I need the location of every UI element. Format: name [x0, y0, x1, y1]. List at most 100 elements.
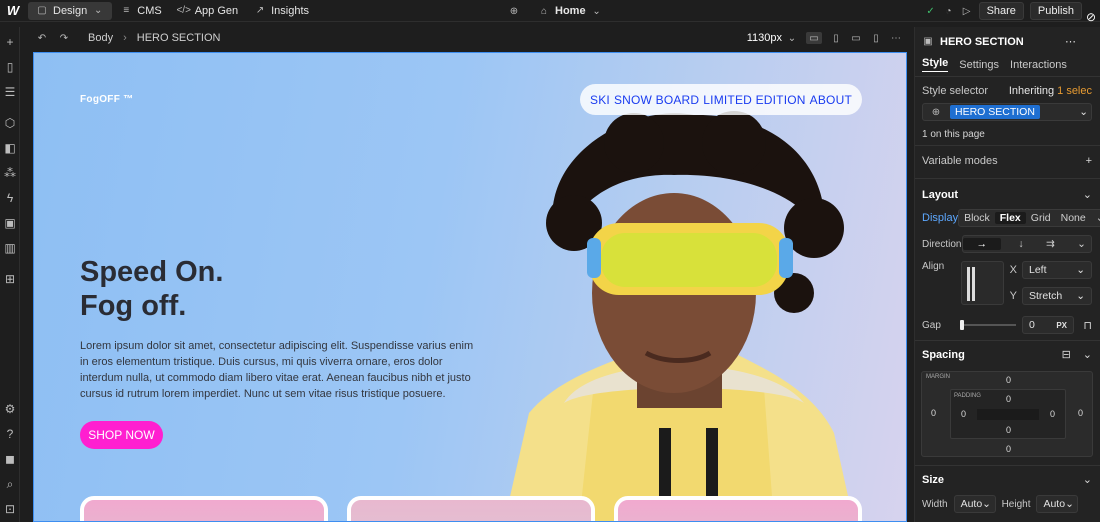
spacing-preset-icon[interactable]: ⊟ — [1062, 348, 1071, 361]
styles-icon[interactable]: ⁂ — [3, 166, 17, 180]
chevron-down-icon[interactable]: ⌄ — [1083, 188, 1092, 201]
inheriting-count[interactable]: 1 selec — [1057, 85, 1092, 97]
direction-column-icon[interactable]: ↓ — [1013, 238, 1028, 250]
nav-item-snow-board[interactable]: SNOW BOARD — [614, 93, 699, 107]
spacing-box-model: MARGIN 0 0 0 0 PADDING 0 0 0 0 — [921, 371, 1093, 457]
preview-play-icon[interactable]: ▷ — [961, 5, 973, 17]
chevron-down-icon[interactable]: ⌄ — [1091, 212, 1100, 224]
design-mode-button[interactable]: ▢ Design ⌄ — [28, 1, 113, 20]
publish-button[interactable]: Publish — [1029, 2, 1082, 20]
app-gen-button[interactable]: </> App Gen — [170, 0, 246, 22]
align-y-select[interactable]: Stretch ⌄ — [1022, 287, 1092, 305]
nav-item-about[interactable]: ABOUT — [810, 93, 852, 107]
display-flex-option[interactable]: Flex — [994, 212, 1026, 224]
components-icon[interactable]: ⬡ — [3, 116, 17, 130]
pages-icon[interactable]: ▯ — [3, 60, 17, 74]
padding-right-value[interactable]: 0 — [1050, 409, 1055, 419]
gap-label: Gap — [922, 319, 941, 331]
desktop-breakpoint-icon[interactable]: ▭ — [806, 32, 822, 44]
more-icon[interactable]: ⋯ — [890, 32, 902, 44]
canvas-width-label[interactable]: 1130px — [747, 32, 782, 44]
chevron-down-icon[interactable]: ⌄ — [1072, 238, 1091, 250]
library-icon[interactable]: ▥ — [3, 241, 17, 255]
product-card[interactable] — [347, 496, 595, 521]
direction-wrap-icon[interactable]: ⇉ — [1041, 238, 1060, 250]
search-icon[interactable]: ⌕ — [3, 477, 17, 491]
globe-icon[interactable]: ⊕ — [508, 5, 520, 17]
hero-section[interactable]: FogOFF ™ SKI SNOW BOARD LIMITED EDITION … — [33, 52, 907, 522]
add-class-icon[interactable]: ⊕ — [926, 106, 946, 118]
gap-input[interactable]: 0 PX — [1022, 316, 1074, 334]
hero-headline: Speed On. Fog off. — [80, 255, 223, 323]
navigator-icon[interactable]: ☰ — [3, 85, 17, 99]
display-none-option[interactable]: None — [1056, 212, 1091, 224]
assets-icon[interactable]: ▣ — [3, 216, 17, 230]
lock-icon[interactable]: ⊓ — [1083, 319, 1092, 332]
settings-icon[interactable]: ⚙ — [3, 402, 17, 416]
nav-item-limited-edition[interactable]: LIMITED EDITION — [703, 93, 805, 107]
product-card[interactable] — [614, 496, 862, 521]
chevron-down-icon[interactable]: ⌄ — [786, 32, 798, 44]
tab-style[interactable]: Style — [922, 57, 949, 72]
help-icon[interactable]: ? — [3, 427, 17, 441]
breadcrumb-body[interactable]: Body — [88, 32, 113, 44]
spacing-section-title[interactable]: Spacing — [922, 349, 965, 361]
width-input[interactable]: Auto ⌄ — [953, 495, 996, 513]
apps-icon[interactable]: ⊞ — [3, 272, 17, 286]
check-icon[interactable]: ✓ — [925, 5, 937, 17]
padding-bottom-value[interactable]: 0 — [1006, 425, 1011, 435]
interactions-icon[interactable]: ϟ — [3, 191, 17, 205]
style-selector-field[interactable]: ⊕ HERO SECTION ⌄ — [922, 103, 1092, 121]
height-input[interactable]: Auto ⌄ — [1036, 495, 1079, 513]
comment-icon[interactable]: ◔ — [943, 5, 955, 17]
selector-chip[interactable]: HERO SECTION — [950, 105, 1040, 119]
audit-icon[interactable]: ◼ — [3, 452, 17, 466]
on-page-count: 1 on this page — [922, 129, 985, 140]
margin-left-value[interactable]: 0 — [931, 408, 936, 418]
width-value: Auto — [960, 498, 983, 510]
add-icon[interactable]: + — [1086, 155, 1092, 167]
margin-right-value[interactable]: 0 — [1078, 408, 1083, 418]
chevron-down-icon[interactable]: ⌄ — [1079, 106, 1088, 118]
size-section-title[interactable]: Size — [922, 474, 944, 486]
gap-unit[interactable]: PX — [1056, 321, 1067, 330]
more-icon[interactable]: ⋯ — [1065, 35, 1076, 48]
chevron-down-icon: ⌄ — [1065, 498, 1074, 510]
margin-bottom-value[interactable]: 0 — [1006, 444, 1011, 454]
share-button[interactable]: Share — [978, 2, 1024, 20]
padding-left-value[interactable]: 0 — [961, 409, 966, 419]
nav-item-ski[interactable]: SKI — [590, 93, 610, 107]
cms-button[interactable]: ≡ CMS — [112, 0, 169, 22]
width-label: Width — [922, 498, 948, 510]
direction-row-icon[interactable]: → — [962, 238, 1002, 250]
tab-interactions[interactable]: Interactions — [1010, 59, 1067, 71]
align-x-select[interactable]: Left ⌄ — [1022, 261, 1092, 279]
undo-icon[interactable]: ↶ — [36, 32, 48, 44]
margin-top-value[interactable]: 0 — [1006, 375, 1011, 385]
shop-now-button[interactable]: SHOP NOW — [80, 421, 163, 449]
display-grid-option[interactable]: Grid — [1026, 212, 1056, 224]
alignment-grid[interactable] — [960, 261, 1004, 305]
brand-logo[interactable]: FogOFF ™ — [80, 94, 134, 105]
mobile-breakpoint-icon[interactable]: ▯ — [870, 32, 882, 44]
insights-button[interactable]: ↗ Insights — [246, 0, 317, 22]
redo-icon[interactable]: ↷ — [58, 32, 70, 44]
add-icon[interactable]: + — [3, 35, 17, 49]
padding-top-value[interactable]: 0 — [1006, 394, 1011, 404]
video-tutorial-icon[interactable]: ⊡ — [3, 502, 17, 516]
display-block-option[interactable]: Block — [959, 212, 995, 224]
breadcrumb-section[interactable]: HERO SECTION — [137, 32, 221, 44]
webflow-logo[interactable]: W — [0, 3, 26, 18]
align-label: Align — [922, 261, 945, 272]
chevron-down-icon[interactable]: ⌄ — [1083, 348, 1092, 361]
chevron-down-icon[interactable]: ⌄ — [1083, 473, 1092, 486]
tablet-breakpoint-icon[interactable]: ▯ — [830, 32, 842, 44]
gap-slider[interactable] — [960, 320, 1016, 330]
variables-icon[interactable]: ◧ — [3, 141, 17, 155]
layout-section-title[interactable]: Layout — [922, 189, 958, 201]
product-card[interactable] — [80, 496, 328, 521]
tab-settings[interactable]: Settings — [959, 59, 999, 71]
link-icon[interactable]: ⊘ — [1086, 10, 1096, 24]
landscape-breakpoint-icon[interactable]: ▭ — [850, 32, 862, 44]
page-selector[interactable]: ⌂ Home ⌄ — [538, 0, 603, 22]
